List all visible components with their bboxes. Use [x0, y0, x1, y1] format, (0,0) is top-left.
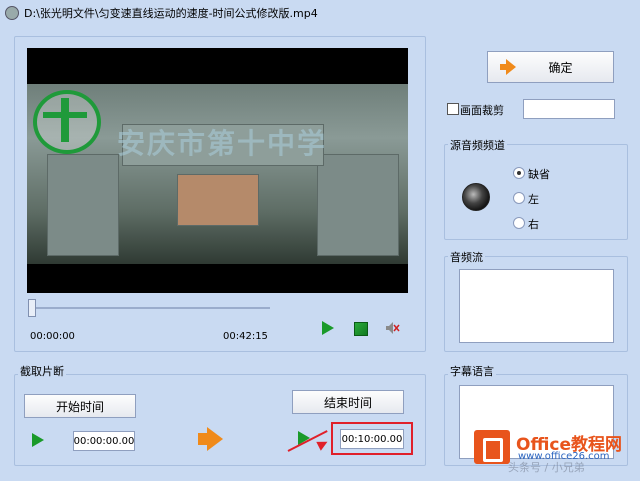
total-time: 00:42:15: [223, 331, 268, 342]
clip-section-label: 截取片断: [18, 363, 66, 379]
building-right: [317, 154, 399, 256]
audio-stream-label: 音频流: [448, 249, 485, 265]
radio-right[interactable]: [513, 217, 525, 229]
title-bar: D:\张光明文件\匀变速直线运动的速度-时间公式修改版.mp4: [0, 0, 640, 24]
stop-icon: [354, 322, 368, 336]
end-time-highlight: [331, 422, 413, 455]
crop-input[interactable]: [523, 99, 615, 119]
speaker-icon: [462, 183, 490, 211]
office-logo-icon: [474, 430, 510, 464]
start-time-button[interactable]: 开始时间: [24, 394, 136, 418]
window-title: D:\张光明文件\匀变速直线运动的速度-时间公式修改版.mp4: [24, 7, 318, 20]
school-logo-icon: [33, 90, 101, 154]
building-center: [177, 174, 259, 226]
video-display[interactable]: 安庆市第十中学: [27, 48, 408, 293]
play-button[interactable]: [320, 320, 336, 336]
radio-left-label: 左: [528, 193, 539, 206]
audio-stream-list[interactable]: [459, 269, 614, 343]
crop-label: 画面裁剪: [460, 104, 504, 117]
seek-slider-thumb[interactable]: [28, 299, 36, 317]
app-icon: [5, 6, 19, 20]
preview-start-button[interactable]: [30, 432, 46, 448]
radio-left[interactable]: [513, 192, 525, 204]
end-time-button[interactable]: 结束时间: [292, 390, 404, 414]
crop-checkbox[interactable]: [447, 103, 459, 115]
radio-default[interactable]: [513, 167, 525, 179]
video-frame: 安庆市第十中学: [27, 84, 408, 264]
mute-icon: [386, 322, 400, 334]
subtitle-label: 字幕语言: [448, 363, 496, 379]
radio-right-label: 右: [528, 218, 539, 231]
current-time: 00:00:00: [30, 331, 75, 342]
video-watermark: 安庆市第十中学: [117, 127, 328, 160]
start-time-field[interactable]: 00:00:00.00: [73, 431, 135, 451]
play-icon: [32, 433, 44, 447]
radio-default-label: 缺省: [528, 168, 550, 181]
building-left: [47, 154, 119, 256]
overlay-watermark: 头条号 / 小兄弟: [508, 461, 585, 474]
confirm-button[interactable]: 确定: [487, 51, 614, 83]
stop-button[interactable]: [352, 320, 368, 336]
seek-slider-track[interactable]: [30, 307, 270, 309]
mute-button[interactable]: [384, 320, 400, 336]
play-icon: [322, 321, 334, 335]
confirm-label: 确定: [548, 60, 573, 75]
audio-channel-label: 源音频频道: [448, 137, 507, 153]
